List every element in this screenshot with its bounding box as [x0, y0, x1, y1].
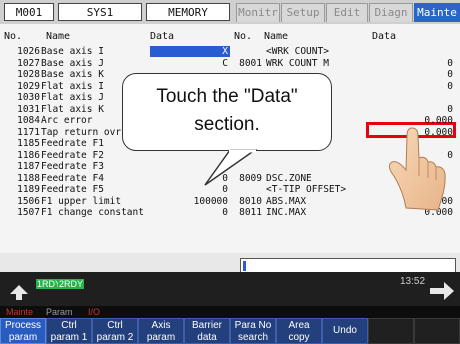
softkey-5[interactable]: Para No search [230, 318, 276, 344]
softkey-6[interactable]: Area copy [276, 318, 322, 344]
softkey-8[interactable] [368, 318, 414, 344]
menu-title-line: Mainte Param I/O [0, 306, 460, 318]
softkey-bar: Process param Ctrl param 1 Ctrl param 2 Axis pa… [0, 318, 460, 344]
back-arrow-icon[interactable] [6, 282, 32, 302]
softkey-label-1: Process [4, 320, 42, 331]
softkey-label-2: param 1 [50, 332, 88, 343]
softkey-label-1: Barrier [191, 320, 222, 331]
softkey-label-2: copy [288, 332, 310, 343]
softkey-label-1: Area [288, 320, 310, 331]
status-area: 13:52 [0, 272, 460, 306]
ready-badge-2: 2RDY [58, 279, 85, 289]
softkey-label-1: Ctrl [61, 320, 77, 331]
softkey-9[interactable] [414, 318, 460, 344]
softkey-label-1: Para No [234, 320, 272, 331]
callout-tail [204, 149, 258, 186]
hand-pointer-icon [388, 127, 446, 211]
menu-page: Param [46, 307, 73, 317]
softkey-7[interactable]: Undo [322, 318, 368, 344]
softkey-label-2: param [146, 332, 176, 343]
menu-mode: Mainte [6, 307, 34, 317]
softkey-label-2: param 2 [96, 332, 134, 343]
softkey-label-2: search [237, 332, 268, 343]
softkey-1[interactable]: Ctrl param 1 [46, 318, 92, 344]
clock: 13:52 [400, 276, 426, 287]
softkey-label-1: Axis [151, 320, 171, 331]
softkey-2[interactable]: Ctrl param 2 [92, 318, 138, 344]
softkey-label-2: data [197, 332, 217, 343]
softkey-label-2: param [8, 332, 38, 343]
softkey-label-1: Ctrl [107, 320, 123, 331]
softkey-label-1: Undo [333, 325, 357, 336]
softkey-4[interactable]: Barrier data [184, 318, 230, 344]
menu-io: I/O [88, 307, 101, 317]
softkey-3[interactable]: Axis param [138, 318, 184, 344]
next-arrow-icon[interactable] [428, 280, 456, 302]
nc-screen: M001 SYS1 MEMORY Monitr Setup Edit Diagn… [0, 0, 460, 344]
softkey-0[interactable]: Process param [0, 318, 46, 344]
